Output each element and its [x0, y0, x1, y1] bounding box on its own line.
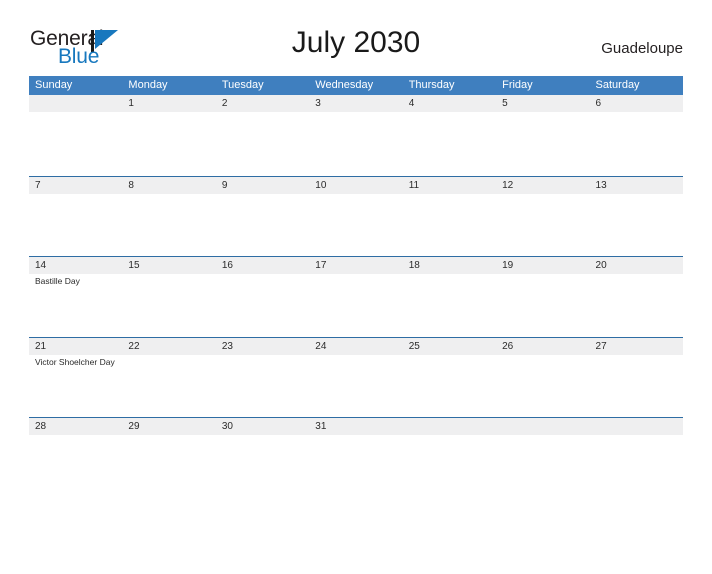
- calendar-day-cell[interactable]: 9: [216, 177, 309, 257]
- page-header: General Blue July 2030 Guadeloupe: [29, 24, 683, 76]
- day-number: 22: [128, 340, 140, 352]
- day-number: 11: [408, 179, 420, 191]
- calendar-day-cell[interactable]: 29: [122, 418, 215, 498]
- calendar-week-row: 1 2 3 4 5 6: [29, 95, 683, 176]
- day-number: 2: [221, 98, 228, 109]
- calendar-week-inner: 14 Bastille Day 15 16 17 18 19 20: [29, 257, 683, 337]
- day-number: 26: [502, 340, 514, 352]
- calendar-day-cell[interactable]: 21 Victor Shoelcher Day: [29, 338, 122, 418]
- day-number: 7: [35, 179, 41, 191]
- day-number: 28: [35, 421, 47, 432]
- calendar-weeks: 1 2 3 4 5 6 7 8 9 10 11 12 13 14 Bastille Day 15 16 17 18 1…: [29, 95, 683, 498]
- day-number: 18: [408, 260, 420, 271]
- calendar-day-cell-empty: [496, 418, 589, 498]
- day-number: 31: [315, 421, 327, 432]
- day-number: 16: [221, 260, 233, 271]
- day-number: 17: [315, 260, 327, 271]
- calendar-day-cell[interactable]: 1: [122, 95, 215, 176]
- calendar-day-cell-empty: [590, 418, 683, 498]
- day-number: 6: [595, 98, 602, 109]
- page-title: July 2030: [291, 26, 421, 59]
- day-number: 24: [315, 340, 327, 352]
- day-number: 15: [128, 260, 140, 271]
- weekday-header-monday: Monday: [128, 79, 168, 91]
- calendar-day-cell[interactable]: 24: [309, 338, 402, 418]
- holiday-label: Bastille Day: [35, 276, 80, 286]
- calendar-week-row: 14 Bastille Day 15 16 17 18 19 20: [29, 256, 683, 337]
- calendar-week-inner: 21 Victor Shoelcher Day 22 23 24 25 26 27: [29, 338, 683, 418]
- calendar-day-cell[interactable]: 28: [29, 418, 122, 498]
- day-number: 29: [128, 421, 140, 432]
- calendar-day-cell[interactable]: 14 Bastille Day: [29, 257, 122, 337]
- weekday-header-tuesday: Tuesday: [221, 79, 264, 91]
- day-number: 3: [315, 98, 321, 109]
- day-number: 10: [315, 179, 327, 191]
- calendar-day-cell[interactable]: 27: [590, 338, 683, 418]
- day-number: 14: [35, 260, 47, 271]
- calendar-day-cell[interactable]: 7: [29, 177, 122, 257]
- day-number: 13: [595, 179, 607, 191]
- calendar-week-inner: 1 2 3 4 5 6: [29, 95, 683, 176]
- calendar-day-cell[interactable]: 25: [403, 338, 496, 418]
- calendar-day-cell[interactable]: 6: [590, 95, 683, 176]
- calendar-day-cell[interactable]: 13: [590, 177, 683, 257]
- calendar-day-cell[interactable]: 3: [309, 95, 402, 176]
- calendar-day-cell-empty: [403, 418, 496, 498]
- day-number: 20: [595, 260, 607, 271]
- day-number: 5: [502, 98, 508, 109]
- day-number: 9: [221, 179, 228, 191]
- calendar-day-cell[interactable]: 30: [216, 418, 309, 498]
- calendar-week-row: 28 29 30 31: [29, 417, 683, 498]
- weekday-header-friday: Friday: [502, 79, 533, 91]
- weekday-header-saturday: Saturday: [595, 79, 640, 91]
- day-number: 4: [408, 98, 415, 109]
- calendar-day-cell[interactable]: 31: [309, 418, 402, 498]
- calendar-day-cell[interactable]: 26: [496, 338, 589, 418]
- day-number: 23: [221, 340, 233, 352]
- calendar-week-row: 7 8 9 10 11 12 13: [29, 175, 683, 257]
- weekday-header-wednesday: Wednesday: [315, 79, 374, 91]
- calendar-day-cell[interactable]: 4: [403, 95, 496, 176]
- calendar-day-cell[interactable]: 18: [403, 257, 496, 337]
- weekday-header-thursday: Thursday: [408, 79, 455, 91]
- calendar-day-cell[interactable]: 16: [216, 257, 309, 337]
- day-number: 27: [595, 340, 607, 352]
- calendar-week-inner: 7 8 9 10 11 12 13: [29, 177, 683, 257]
- day-events: Bastille Day: [29, 274, 122, 288]
- calendar-day-cell[interactable]: 20: [590, 257, 683, 337]
- holiday-label: Victor Shoelcher Day: [35, 356, 115, 367]
- calendar-day-cell[interactable]: 12: [496, 177, 589, 257]
- day-number: 30: [221, 421, 233, 432]
- day-number: 8: [128, 179, 134, 191]
- calendar-week-row: 21 Victor Shoelcher Day 22 23 24 25 26 27: [29, 336, 683, 418]
- calendar-day-cell[interactable]: 8: [122, 177, 215, 257]
- calendar-day-cell[interactable]: 10: [309, 177, 402, 257]
- calendar-day-cell-empty: [29, 95, 122, 176]
- calendar-day-cell[interactable]: 15: [122, 257, 215, 337]
- day-number: 19: [502, 260, 514, 271]
- calendar-day-cell[interactable]: 22: [122, 338, 215, 418]
- region-label: Guadeloupe: [601, 40, 683, 57]
- calendar-day-cell[interactable]: 17: [309, 257, 402, 337]
- day-events: Victor Shoelcher Day: [29, 355, 122, 369]
- day-number: 12: [502, 179, 514, 191]
- calendar-day-cell[interactable]: 5: [496, 95, 589, 176]
- day-number: 1: [128, 98, 134, 109]
- calendar-day-cell[interactable]: 2: [216, 95, 309, 176]
- weekday-header-sunday: Sunday: [35, 79, 73, 91]
- calendar-grid: Sunday Monday Tuesday Wednesday Thursday…: [29, 76, 683, 498]
- weekday-header-row: Sunday Monday Tuesday Wednesday Thursday…: [29, 76, 683, 95]
- calendar-day-cell[interactable]: 11: [403, 177, 496, 257]
- calendar-day-cell[interactable]: 23: [216, 338, 309, 418]
- day-number: 25: [408, 340, 420, 352]
- calendar-day-cell[interactable]: 19: [496, 257, 589, 337]
- calendar-week-inner: 28 29 30 31: [29, 418, 683, 498]
- day-number: 21: [35, 340, 47, 352]
